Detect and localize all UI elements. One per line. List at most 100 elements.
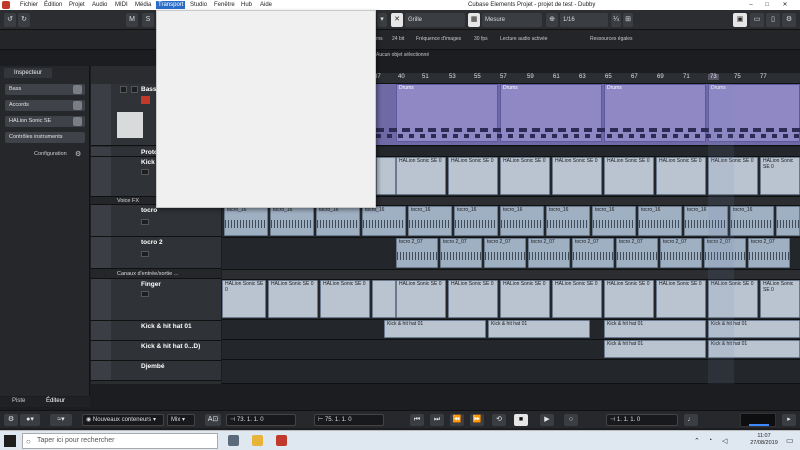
layout-bottom-icon[interactable]: ▭ <box>750 13 764 27</box>
settings-icon[interactable]: ⚙ <box>4 414 18 426</box>
snap-icon[interactable]: ✕ <box>391 13 403 27</box>
midi-clip[interactable]: HALion Sonic SE 0 <box>604 280 654 318</box>
undo-button[interactable]: ↺ <box>4 13 16 27</box>
taskbar-clock[interactable]: 11:07 27/08/2019 <box>744 433 784 447</box>
quantize-fraction[interactable]: ¼ <box>611 13 621 27</box>
metronome-icon[interactable]: ♩ <box>684 414 698 426</box>
midi-clip[interactable]: Kick & hit hat 01 <box>384 320 486 338</box>
audio-clip[interactable]: tocro_16 <box>500 206 544 236</box>
audio-clip[interactable]: tocro_16 <box>362 206 406 236</box>
track-name[interactable]: Kick & hit hat 0...D) <box>141 343 200 350</box>
midi-clip[interactable] <box>372 280 396 318</box>
mute-icon[interactable] <box>141 251 149 257</box>
track-row[interactable]: Djembé <box>91 361 221 381</box>
grid-icon[interactable]: ▦ <box>468 13 480 27</box>
maximize-icon[interactable]: □ <box>760 0 774 10</box>
menu-project[interactable]: Projet <box>67 1 87 9</box>
menu-media[interactable]: Média <box>133 1 153 9</box>
menu-edit[interactable]: Édition <box>42 1 64 9</box>
network-icon[interactable]: ⌃ <box>694 437 700 445</box>
inspector-instrument[interactable]: HALion Sonic SE <box>5 116 85 127</box>
midi-clip[interactable]: HALion Sonic SE 0 <box>604 157 654 195</box>
punch-icon[interactable]: A⊡ <box>205 414 221 426</box>
quantize-apply-icon[interactable]: ⊞ <box>623 13 633 27</box>
midi-clip[interactable]: HALion Sonic SE 0 <box>448 157 498 195</box>
menu-studio[interactable]: Studio <box>188 1 209 9</box>
configuration-label[interactable]: Configuration <box>34 151 67 157</box>
track-name[interactable]: Kick <box>141 159 155 166</box>
close-icon[interactable]: ✕ <box>778 0 792 10</box>
midi-clip[interactable]: HALion Sonic SE 0 <box>396 280 446 318</box>
track-name[interactable]: tocro <box>141 207 157 214</box>
grid-mode-select[interactable]: Mesure <box>482 13 542 27</box>
audio-wave-icon[interactable]: ≈▾ <box>50 414 72 426</box>
track-name[interactable]: Voice FX <box>117 198 139 204</box>
mute-icon[interactable] <box>141 219 149 225</box>
layout-left-icon[interactable]: ▣ <box>733 13 747 27</box>
chords-icon[interactable] <box>73 101 82 110</box>
go-to-end-icon[interactable]: ⏭ <box>430 414 444 426</box>
track-row[interactable]: tocro 2 <box>91 237 221 269</box>
audio-clip[interactable]: tocro_16 <box>730 206 774 236</box>
audio-clip[interactable]: tocro_16 <box>224 206 268 236</box>
cubase-taskbar-icon[interactable] <box>276 435 287 446</box>
left-locator[interactable]: ⊣ 73. 1. 1. 0 <box>226 414 296 426</box>
quantize-select[interactable]: 1/16 <box>560 13 608 27</box>
track-row[interactable]: Finger <box>91 279 221 321</box>
task-view-icon[interactable] <box>228 435 239 446</box>
inspector-track-name[interactable]: Bass <box>5 84 85 95</box>
edit-icon[interactable] <box>73 85 82 94</box>
chevron-down-icon[interactable]: ▾ <box>377 13 387 27</box>
tab-track[interactable]: Piste <box>12 398 25 404</box>
midi-clip[interactable]: HALion Sonic SE 0 <box>268 280 318 318</box>
midi-clip[interactable]: HALion Sonic SE 0 <box>448 280 498 318</box>
midi-clip[interactable]: HALion Sonic SE 0 <box>500 280 550 318</box>
menu-file[interactable]: Fichier <box>18 1 40 9</box>
more-icon[interactable]: ▸ <box>782 414 796 426</box>
track-name[interactable]: tocro 2 <box>141 239 163 246</box>
menu-transport[interactable]: Transport <box>156 1 186 9</box>
tab-inspector[interactable]: Inspecteur <box>4 68 53 78</box>
audio-clip[interactable]: tocro 2_07 <box>748 238 790 268</box>
stop-icon[interactable]: ■ <box>514 414 528 426</box>
tab-editor[interactable]: Éditeur <box>46 398 65 404</box>
new-parts-select[interactable]: ◉ Nouveaux conteneurs ▾ <box>82 414 164 426</box>
midi-clip[interactable]: HALion Sonic SE 0 <box>552 157 602 195</box>
menu-midi[interactable]: MIDI <box>113 1 130 9</box>
notifications-icon[interactable]: ▭ <box>786 436 794 445</box>
rewind-icon[interactable]: ⏪ <box>450 414 464 426</box>
fast-forward-icon[interactable]: ⏩ <box>470 414 484 426</box>
snap-type-select[interactable]: Grille <box>405 13 465 27</box>
midi-clip[interactable]: HALion Sonic SE 0 <box>656 280 706 318</box>
mute-icon[interactable] <box>141 291 149 297</box>
audio-clip[interactable] <box>776 206 800 236</box>
transport-menu-dropdown[interactable] <box>156 10 376 208</box>
instrument-edit-icon[interactable] <box>73 117 82 126</box>
midi-clip[interactable]: HALion Sonic SE 0 <box>760 157 800 195</box>
track-row[interactable]: Kick & hit hat 01 <box>91 321 221 341</box>
audio-clip[interactable]: tocro_16 <box>638 206 682 236</box>
midi-clip[interactable] <box>376 157 396 195</box>
record-icon[interactable] <box>141 96 150 104</box>
menu-audio[interactable]: Audio <box>90 1 109 9</box>
record-mode-icon[interactable]: ●▾ <box>20 414 40 426</box>
mute-icon[interactable] <box>120 86 127 93</box>
layout-right-icon[interactable]: ▯ <box>766 13 780 27</box>
solo-icon[interactable] <box>131 86 138 93</box>
midi-clip[interactable]: HALion Sonic SE 0 <box>320 280 370 318</box>
midi-clip[interactable]: HALion Sonic SE 0 <box>656 157 706 195</box>
play-icon[interactable]: ▶ <box>540 414 554 426</box>
mute-icon[interactable] <box>141 169 149 175</box>
audio-clip[interactable]: tocro_16 <box>454 206 498 236</box>
midi-clip[interactable]: HALion Sonic SE 0 <box>500 157 550 195</box>
audio-clip[interactable]: tocro 2_07 <box>572 238 614 268</box>
minimize-icon[interactable]: – <box>744 0 758 10</box>
audio-clip[interactable]: tocro_16 <box>316 206 360 236</box>
menu-window[interactable]: Fenêtre <box>212 1 237 9</box>
settings-icon[interactable]: ⚙ <box>782 13 796 27</box>
redo-button[interactable]: ↻ <box>18 13 30 27</box>
track-name[interactable]: Finger <box>141 281 161 288</box>
mute-button[interactable]: M <box>126 13 138 27</box>
audio-clip[interactable]: tocro 2_07 <box>660 238 702 268</box>
midi-clip[interactable]: HALion Sonic SE 0 <box>552 280 602 318</box>
